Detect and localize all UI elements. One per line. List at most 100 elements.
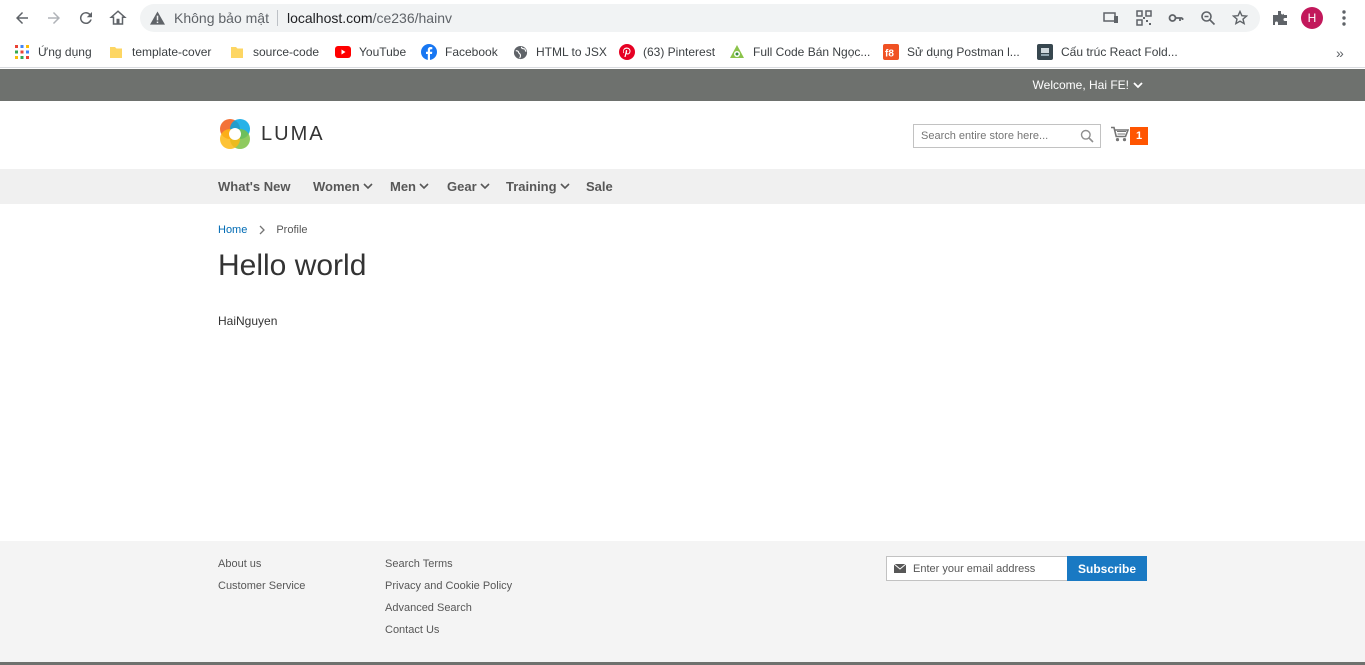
site-header: LUMA 1	[0, 101, 1365, 169]
folder-icon	[108, 44, 124, 60]
svg-text:f8: f8	[885, 49, 894, 60]
bookmark-pinterest[interactable]: (63) Pinterest	[619, 42, 715, 62]
bookmark-label: Facebook	[445, 45, 498, 59]
key-icon[interactable]	[1167, 9, 1185, 27]
reload-icon	[79, 12, 92, 25]
nav-item-women[interactable]: Women	[313, 179, 373, 194]
nav-label: Sale	[586, 179, 613, 194]
luma-logo-mark-icon	[220, 119, 250, 149]
profile-avatar[interactable]: H	[1301, 7, 1323, 29]
address-divider	[277, 10, 278, 26]
kebab-menu-icon[interactable]	[1334, 8, 1354, 28]
url-path: /ce236/hainv	[372, 10, 452, 26]
bookmark-label: Ứng dụng	[38, 45, 92, 59]
nav-item-gear[interactable]: Gear	[447, 179, 490, 194]
main-navigation: What's New Women Men Gear Training Sale	[0, 169, 1365, 204]
extensions-puzzle-icon[interactable]	[1270, 8, 1290, 28]
bookmark-label: Sử dụng Postman l...	[907, 45, 1020, 59]
site-icon	[729, 44, 745, 60]
newsletter-form	[886, 556, 1068, 581]
youtube-icon	[335, 44, 351, 60]
bookmark-youtube[interactable]: YouTube	[335, 42, 406, 62]
cart-count-badge[interactable]: 1	[1130, 127, 1148, 145]
page-footer: About us Customer Service Search Terms P…	[0, 541, 1365, 662]
folder-icon	[229, 44, 245, 60]
apps-grid-icon	[14, 44, 30, 60]
nav-label: Gear	[447, 179, 477, 194]
welcome-text: Welcome, Hai FE!	[1032, 78, 1129, 92]
cast-icon[interactable]	[1102, 9, 1120, 27]
page-title: Hello world	[218, 249, 367, 282]
warning-icon[interactable]	[150, 11, 165, 25]
bookmark-label: Full Code Bán Ngọc...	[753, 45, 871, 59]
shopping-cart-icon[interactable]	[1111, 126, 1129, 142]
chevron-down-icon	[363, 183, 373, 190]
nav-label: What's New	[218, 179, 291, 194]
chevron-down-icon	[480, 183, 490, 190]
breadcrumb-current: Profile	[276, 224, 308, 236]
bookmark-html-to-jsx[interactable]: HTML to JSX	[512, 42, 607, 62]
customer-welcome-menu[interactable]: Welcome, Hai FE!	[1033, 78, 1143, 92]
footer-link-privacy-policy[interactable]: Privacy and Cookie Policy	[385, 580, 512, 592]
url-text[interactable]: localhost.com/ce236/hainv	[287, 10, 452, 26]
nav-label: Women	[313, 179, 360, 194]
luma-logo[interactable]: LUMA	[218, 117, 325, 151]
footer-link-search-terms[interactable]: Search Terms	[385, 558, 453, 570]
nav-item-men[interactable]: Men	[390, 179, 429, 194]
nav-label: Men	[390, 179, 416, 194]
bookmark-label: Cấu trúc React Fold...	[1061, 45, 1178, 59]
pinterest-icon	[619, 44, 635, 60]
footer-link-customer-service[interactable]: Customer Service	[218, 580, 305, 592]
bookmark-label: HTML to JSX	[536, 45, 607, 59]
arrow-left-icon	[16, 12, 28, 24]
bookmark-postman[interactable]: f8 Sử dụng Postman l...	[883, 42, 1020, 62]
nav-item-sale[interactable]: Sale	[586, 179, 613, 194]
bookmark-react-folder[interactable]: Cấu trúc React Fold...	[1037, 42, 1178, 62]
facebook-icon	[421, 44, 437, 60]
bookmarks-overflow-button[interactable]: »	[1336, 45, 1344, 61]
bookmark-source-code[interactable]: source-code	[229, 42, 319, 62]
search-icon[interactable]	[1080, 129, 1094, 143]
footer-link-advanced-search[interactable]: Advanced Search	[385, 602, 472, 614]
back-button[interactable]	[10, 6, 34, 30]
bookmark-facebook[interactable]: Facebook	[421, 42, 498, 62]
forward-button[interactable]	[42, 6, 66, 30]
profile-name: HaiNguyen	[218, 314, 278, 328]
home-icon	[109, 10, 127, 25]
breadcrumb-home-link[interactable]: Home	[218, 224, 247, 236]
zoom-icon[interactable]	[1199, 9, 1217, 27]
envelope-icon	[894, 564, 906, 573]
star-icon[interactable]	[1231, 9, 1249, 27]
qr-code-icon[interactable]	[1135, 9, 1153, 27]
bookmark-template-cover[interactable]: template-cover	[108, 42, 211, 62]
bookmark-label: (63) Pinterest	[643, 45, 716, 59]
f8-icon: f8	[883, 44, 899, 60]
arrow-right-icon	[48, 12, 60, 24]
reload-button[interactable]	[74, 6, 98, 30]
nav-item-training[interactable]: Training	[506, 179, 570, 194]
site-icon	[1037, 44, 1053, 60]
url-host: localhost.com	[287, 10, 373, 26]
newsletter-email-input[interactable]	[913, 559, 1063, 578]
logo-text: LUMA	[261, 122, 325, 145]
address-bar[interactable]: Không bảo mật localhost.com/ce236/hainv	[140, 4, 1260, 32]
chevron-down-icon	[1133, 82, 1143, 89]
search-input[interactable]	[914, 125, 1074, 147]
bookmark-label: YouTube	[359, 45, 407, 59]
store-search	[913, 124, 1101, 148]
nav-label: Training	[506, 179, 557, 194]
footer-link-contact-us[interactable]: Contact Us	[385, 624, 439, 636]
bookmark-label: template-cover	[132, 45, 212, 59]
bookmark-label: source-code	[253, 45, 320, 59]
security-label[interactable]: Không bảo mật	[174, 10, 269, 26]
browser-toolbar: Không bảo mật localhost.com/ce236/hainv …	[0, 0, 1365, 36]
home-button[interactable]	[106, 6, 130, 30]
footer-link-about-us[interactable]: About us	[218, 558, 261, 570]
breadcrumb: Home Profile	[218, 224, 308, 236]
bookmark-full-code[interactable]: Full Code Bán Ngọc...	[729, 42, 870, 62]
bookmark-apps[interactable]: Ứng dụng	[14, 42, 92, 62]
chevron-down-icon	[559, 183, 570, 190]
nav-item-whats-new[interactable]: What's New	[218, 179, 290, 194]
subscribe-button[interactable]: Subscribe	[1067, 556, 1147, 581]
globe-icon	[512, 44, 528, 60]
